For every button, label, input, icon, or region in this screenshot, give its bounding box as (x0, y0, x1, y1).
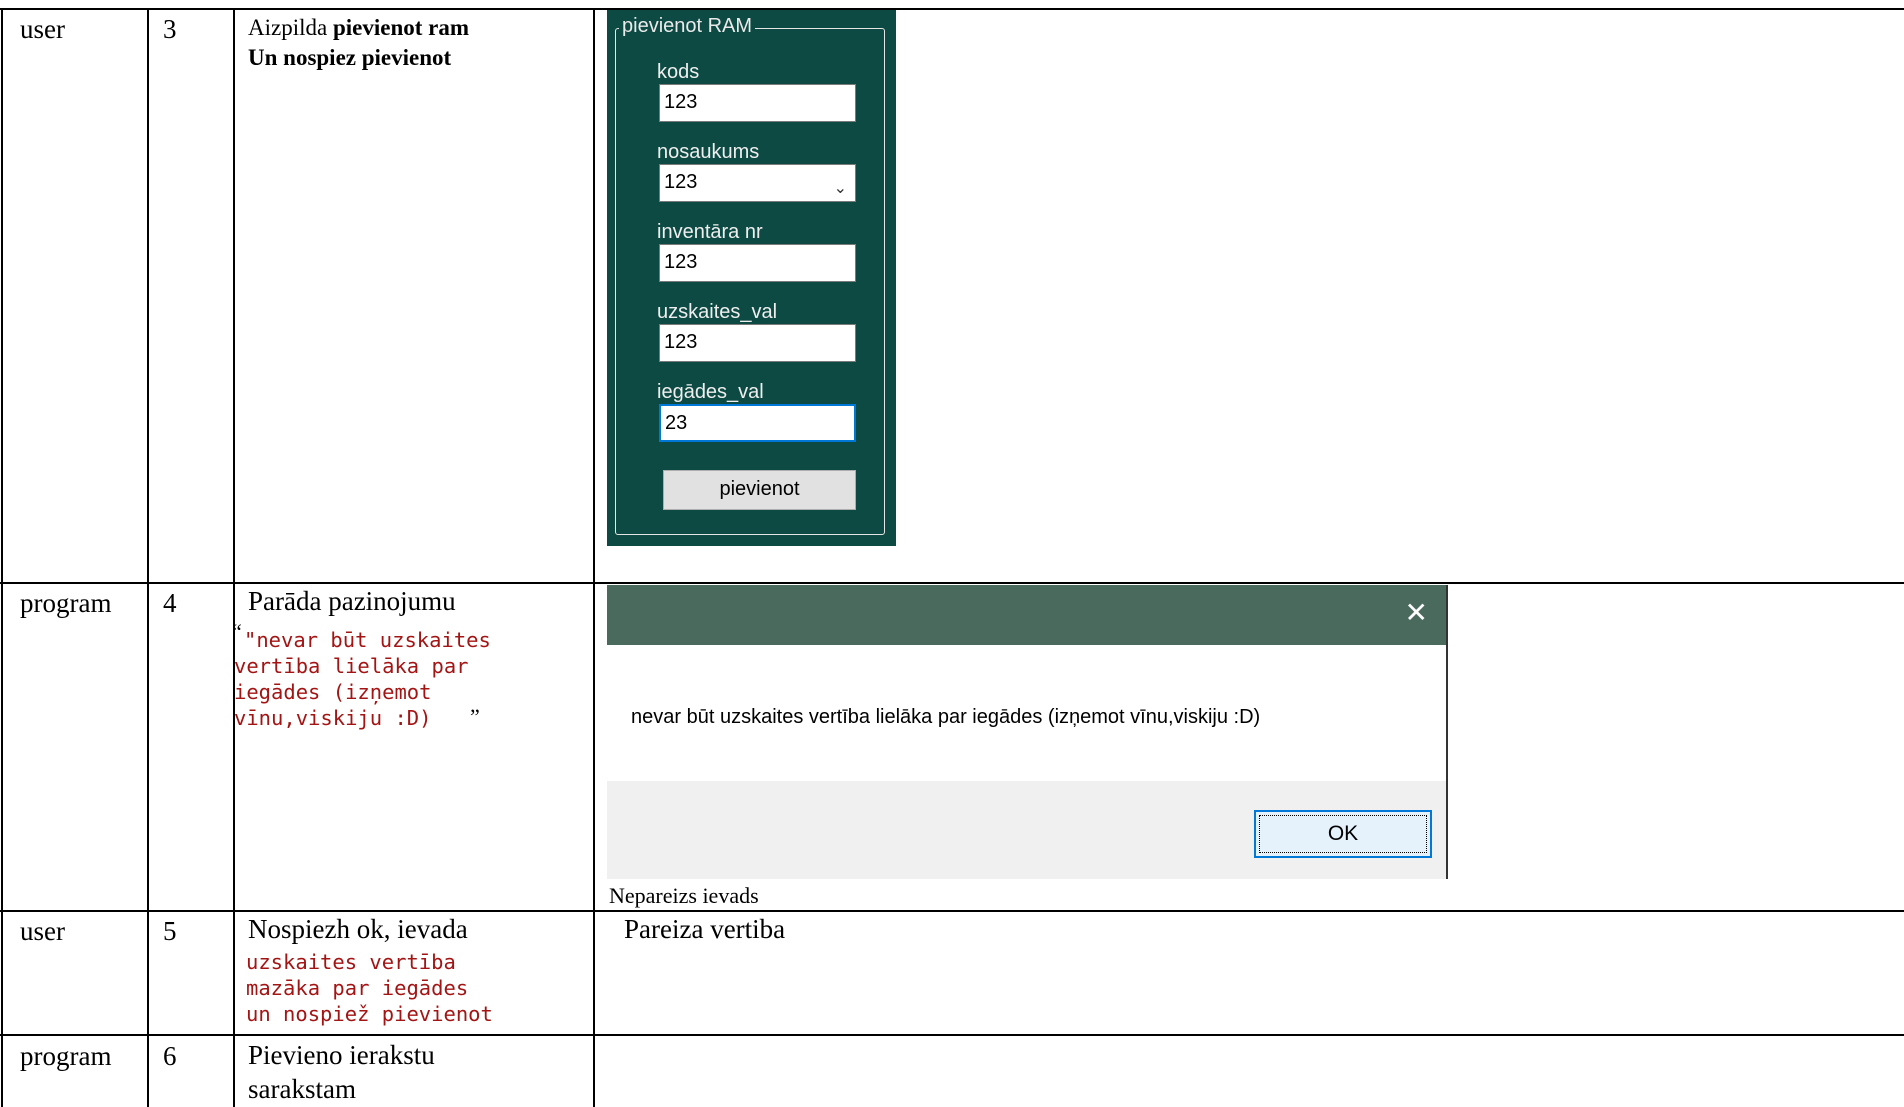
groupbox-legend: pievienot RAM (619, 14, 756, 38)
purchase-value-input[interactable]: 23 (659, 404, 856, 442)
code-instruction-line: mazāka par iegādes (246, 976, 469, 1000)
step-description: Nospiezh ok, ievada (248, 914, 468, 944)
actor-cell: user (20, 14, 65, 44)
close-icon[interactable]: ✕ (1405, 597, 1428, 629)
step-description-line2: Un nospiez pievienot (248, 45, 452, 70)
column-border (147, 8, 149, 1107)
result-text: Pareiza vertiba (624, 914, 786, 944)
step-number: 4 (163, 588, 177, 618)
add-button[interactable]: pievienot (663, 470, 856, 510)
column-border (233, 8, 235, 1107)
image-caption: Nepareizs ievads (609, 883, 759, 908)
account-value-label: uzskaites_val (657, 301, 778, 323)
row-border (0, 1034, 1904, 1036)
quote-open: “ (232, 619, 242, 644)
inventory-input[interactable]: 123 (659, 244, 856, 282)
ok-button[interactable]: OK (1254, 810, 1432, 858)
quote-close: ” (470, 704, 480, 729)
actor-cell: program (20, 588, 112, 618)
code-message-line: vīnu,viskiju :D) (234, 706, 432, 730)
chevron-down-icon[interactable]: ⌄ (834, 171, 847, 205)
row-border (0, 910, 1904, 912)
scenario-table: user 3 Aizpilda pievienot ram Un nospiez… (0, 0, 1904, 1107)
step-description: Aizpilda pievienot ram (248, 12, 469, 43)
description-bold: pievienot ram (332, 15, 470, 40)
actor-cell: user (20, 916, 65, 946)
row-border (0, 582, 1904, 584)
row-border (0, 8, 1904, 10)
step-description: Parāda pazinojumu (248, 586, 456, 616)
step-number: 6 (163, 1041, 177, 1071)
code-instruction-line: uzskaites vertība (246, 950, 456, 974)
step-number: 5 (163, 916, 177, 946)
step-number: 3 (163, 14, 177, 44)
code-message-line: iegādes (izņemot (234, 680, 432, 704)
code-label: kods (657, 61, 700, 83)
column-border (593, 8, 595, 1107)
actor-cell: program (20, 1041, 112, 1071)
purchase-value-label: iegādes_val (657, 381, 764, 403)
name-dropdown[interactable]: 123 ⌄ (659, 164, 856, 202)
inventory-label: inventāra nr (657, 221, 763, 243)
error-dialog-screenshot: ✕ nevar būt uzskaites vertība lielāka pa… (607, 585, 1448, 879)
code-message-line: "nevar būt uzskaites (244, 628, 491, 652)
step-description-line2: sarakstam (248, 1074, 356, 1104)
column-border (1, 8, 3, 1107)
code-input[interactable]: 123 (659, 84, 856, 122)
name-label: nosaukums (657, 141, 760, 163)
description-prefix: Aizpilda (248, 15, 333, 40)
ok-button-label: OK (1259, 815, 1427, 853)
step-description: Pievieno ierakstu (248, 1040, 435, 1070)
code-instruction-line: un nospiež pievienot (246, 1002, 493, 1026)
code-message-line: vertība lielāka par (234, 654, 469, 678)
add-ram-form-screenshot: pievienot RAM kods 123 nosaukums 123 ⌄ i… (607, 10, 896, 546)
account-value-input[interactable]: 123 (659, 324, 856, 362)
dropdown-value: 123 (664, 171, 698, 193)
dialog-edge (1446, 585, 1448, 879)
dialog-message: nevar būt uzskaites vertība lielāka par … (631, 706, 1261, 728)
dialog-titlebar (607, 585, 1446, 645)
